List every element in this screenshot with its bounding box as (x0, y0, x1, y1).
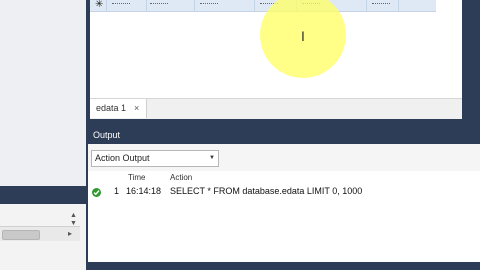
output-title: Output (93, 130, 121, 140)
tab-label: edata 1 (96, 103, 127, 113)
grid-cell[interactable] (150, 3, 168, 5)
list-item[interactable]: 1 16:14:18 SELECT * FROM database.edata … (88, 185, 480, 198)
scroll-up-arrow-icon[interactable]: ▲ (70, 212, 77, 220)
close-icon[interactable]: × (134, 99, 139, 118)
grid-cell[interactable] (112, 3, 130, 5)
row-number: 1 (114, 186, 120, 196)
chevron-down-icon[interactable]: ▼ (209, 151, 215, 166)
scroll-right-arrow-icon[interactable]: ▸ (68, 228, 72, 240)
new-row-placeholder[interactable]: ✳ (90, 0, 436, 12)
ibeam-cursor-icon: I (301, 28, 305, 44)
horizontal-scrollbar-thumb[interactable] (2, 230, 40, 240)
grid-cell[interactable] (372, 3, 390, 5)
grid-cell[interactable] (200, 3, 218, 5)
output-view-selected: Action Output (95, 153, 150, 163)
row-time: 16:14:18 (126, 186, 162, 196)
column-header-action[interactable]: Action (170, 173, 192, 183)
checkmark-icon (92, 188, 101, 197)
result-grid-area[interactable]: ✳ I (90, 0, 462, 98)
row-action: SELECT * FROM database.edata LIMIT 0, 10… (170, 186, 363, 196)
output-panel: Action Output ▼ Time Action 1 16:14:18 S… (88, 144, 480, 262)
left-lower-panel: ▲ ▼ ▸ (0, 204, 87, 270)
output-panel-header: Output (88, 126, 480, 144)
output-view-select[interactable]: Action Output ▼ (91, 150, 219, 167)
right-frame-strip (462, 0, 480, 118)
new-row-marker-icon: ✳ (95, 0, 104, 10)
left-sidebar-panel (0, 0, 87, 186)
horizontal-scrollbar[interactable]: ▸ (0, 226, 80, 241)
document-tab-strip: edata 1 × (90, 98, 462, 119)
left-panel-header-bar (0, 186, 86, 204)
tab-edata-1[interactable]: edata 1 × (90, 99, 147, 118)
column-header-time[interactable]: Time (128, 173, 145, 183)
action-output-list: Time Action 1 16:14:18 SELECT * FROM dat… (88, 171, 480, 262)
